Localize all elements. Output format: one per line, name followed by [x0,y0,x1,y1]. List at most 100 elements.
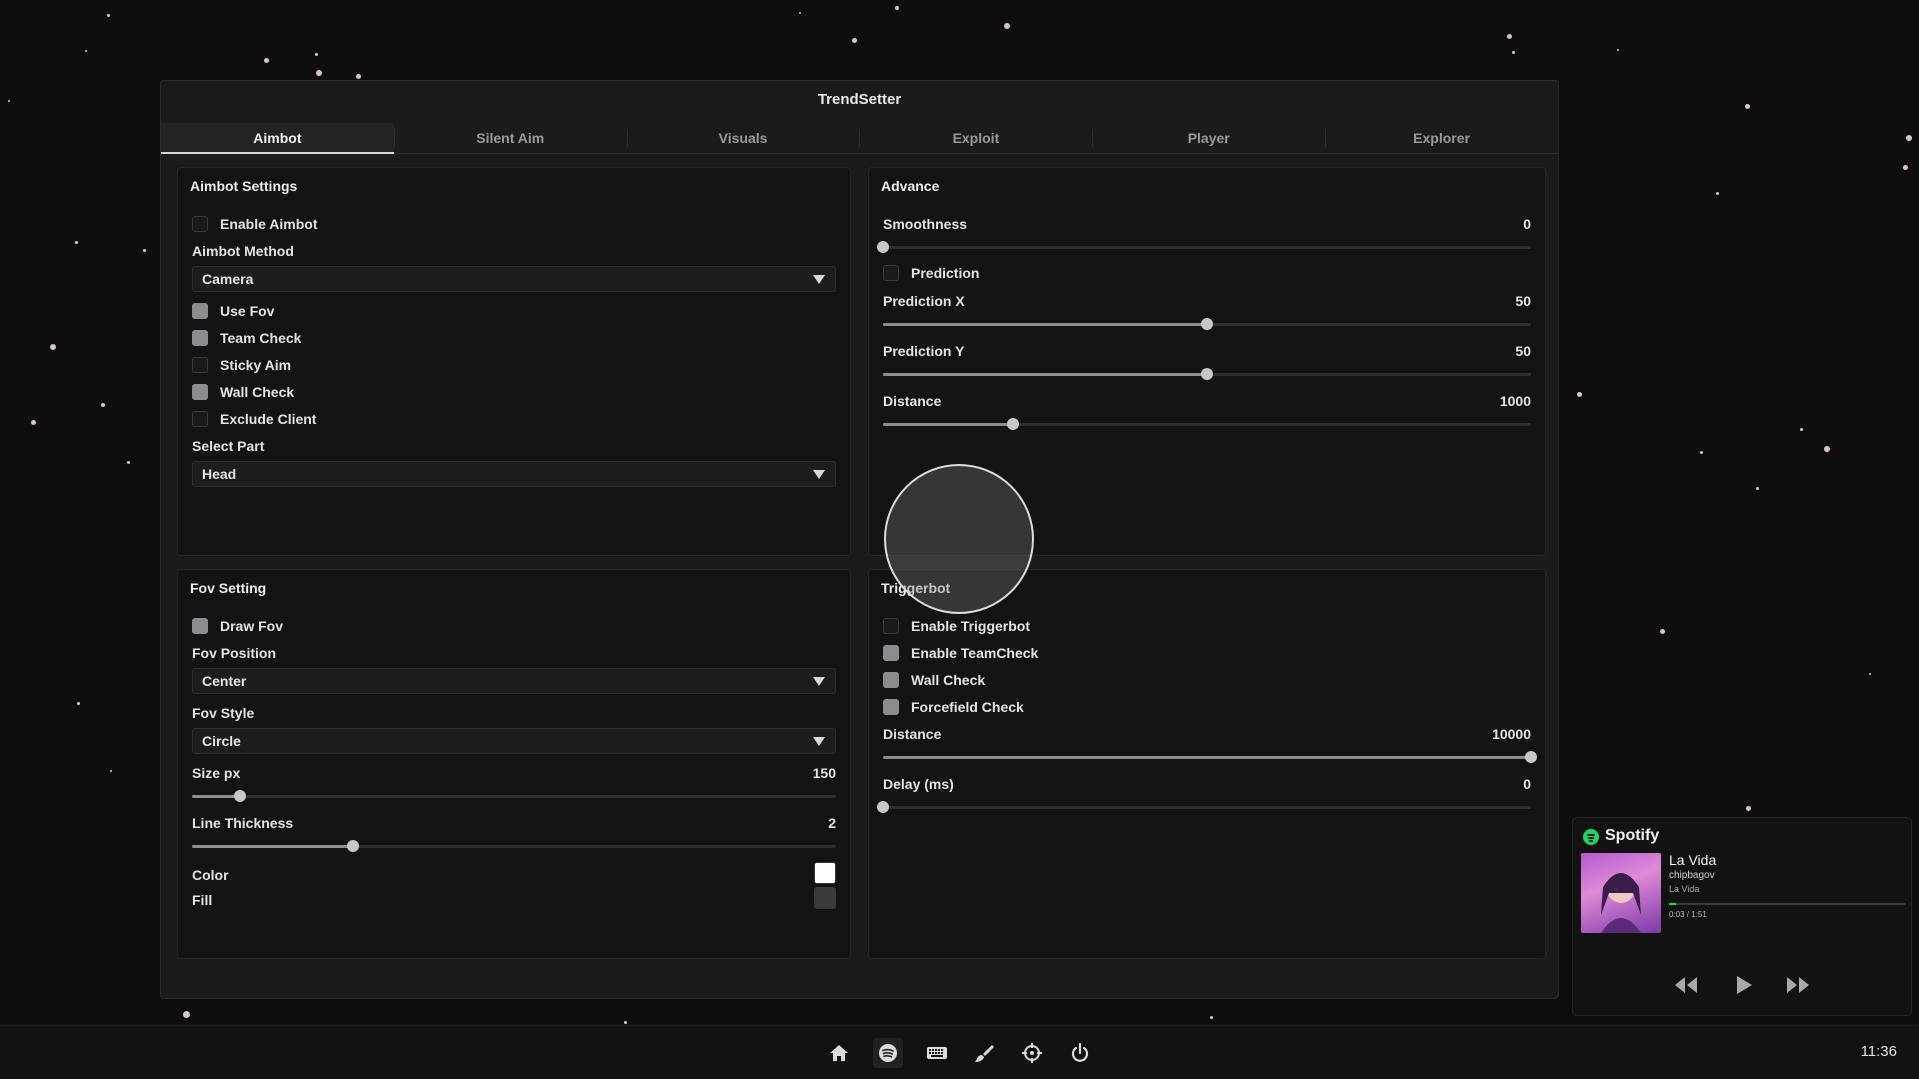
trigger-distance-slider[interactable] [883,751,1537,763]
slider-knob[interactable] [1201,368,1213,380]
aimbot-method-dropdown[interactable]: Camera [192,266,836,292]
spotify-title: Spotify [1605,827,1660,844]
delay-row: Delay (ms) 0 [883,775,1531,797]
rewind-icon[interactable] [1673,975,1699,1000]
draw-fov-checkbox[interactable] [192,618,208,634]
size-px-slider[interactable] [192,790,836,802]
play-icon[interactable] [1734,975,1754,1000]
tab-exploit[interactable]: Exploit [859,123,1092,153]
window-title: TrendSetter [817,91,902,108]
enable-aimbot-checkbox[interactable] [192,216,208,232]
spotify-logo-icon [1583,829,1599,845]
aimbot-settings-panel: Aimbot Settings Enable Aimbot Aimbot Met… [177,167,851,556]
dropdown-arrow-icon [813,677,825,686]
slider-knob[interactable] [1525,751,1537,763]
line-thickness-value: 2 [828,815,836,831]
select-part-row: Select Part [192,437,836,459]
forcefield-check-row[interactable]: Forcefield Check [883,698,1531,720]
tab-bar: Aimbot Silent Aim Visuals Exploit Player… [161,123,1558,154]
prediction-x-slider[interactable] [883,318,1531,330]
song-artist: chipbagov [1669,870,1715,881]
slider-knob[interactable] [1201,318,1213,330]
team-check-checkbox[interactable] [192,330,208,346]
smoothness-value: 0 [1523,216,1531,232]
sticky-aim-label: Sticky Aim [220,357,292,373]
sticky-aim-checkbox[interactable] [192,357,208,373]
song-album: La Vida [1669,884,1700,894]
forcefield-check-checkbox[interactable] [883,699,899,715]
fov-style-row: Fov Style [192,704,836,726]
enable-teamcheck-checkbox[interactable] [883,645,899,661]
line-thickness-slider[interactable] [192,840,836,852]
dropdown-arrow-icon [813,470,825,479]
taskbar-clock: 11:36 [1860,1043,1897,1060]
tab-visuals[interactable]: Visuals [626,123,860,153]
dropdown-value: Center [202,673,247,689]
playback-progress-bar[interactable] [1669,903,1905,905]
fast-forward-icon[interactable] [1785,975,1811,1000]
slider-knob[interactable] [1006,418,1019,430]
distance-row: Distance 1000 [883,392,1531,414]
prediction-y-slider[interactable] [883,368,1531,380]
team-check-row[interactable]: Team Check [192,329,836,351]
dropdown-value: Circle [202,733,241,749]
fill-label: Fill [192,892,213,908]
fov-style-dropdown[interactable]: Circle [192,728,836,754]
distance-value: 1000 [1499,393,1531,409]
slider-knob[interactable] [347,840,359,852]
wall-check-label: Wall Check [220,384,295,400]
fov-position-label: Fov Position [192,645,276,661]
spotify-icon[interactable] [873,1038,903,1068]
smoothness-slider[interactable] [877,241,1531,253]
distance-slider[interactable] [883,418,1531,430]
prediction-x-value: 50 [1515,293,1531,309]
crosshair-icon[interactable] [1017,1038,1047,1068]
tab-player[interactable]: Player [1092,123,1325,153]
prediction-row[interactable]: Prediction [883,264,1531,286]
sticky-aim-row[interactable]: Sticky Aim [192,356,836,378]
fov-style-label: Fov Style [192,705,255,721]
color-label: Color [192,867,229,883]
trigger-distance-label: Distance [883,726,942,742]
album-art [1581,853,1661,933]
wall-check-checkbox[interactable] [192,384,208,400]
playback-time: 0:03 / 1:51 [1669,910,1707,919]
triggerbot-panel: Triggerbot Enable Triggerbot Enable Team… [868,569,1546,959]
enable-teamcheck-row[interactable]: Enable TeamCheck [883,644,1531,666]
keyboard-icon[interactable] [921,1038,951,1068]
tab-aimbot[interactable]: Aimbot [161,123,394,154]
enable-triggerbot-checkbox[interactable] [883,618,899,634]
tab-silent-aim[interactable]: Silent Aim [393,123,627,153]
trigger-wall-check-checkbox[interactable] [883,672,899,688]
draw-fov-label: Draw Fov [220,618,284,634]
prediction-checkbox[interactable] [883,265,899,281]
enable-aimbot-row[interactable]: Enable Aimbot [192,215,836,237]
fov-position-dropdown[interactable]: Center [192,668,836,694]
slider-knob[interactable] [234,790,247,802]
wall-check-row[interactable]: Wall Check [192,383,836,405]
line-thickness-label: Line Thickness [192,815,294,831]
tab-explorer[interactable]: Explorer [1325,123,1558,153]
prediction-x-row: Prediction X 50 [883,292,1531,314]
trigger-distance-row: Distance 10000 [883,725,1531,747]
use-fov-checkbox[interactable] [192,303,208,319]
prediction-label: Prediction [911,265,980,281]
prediction-y-label: Prediction Y [883,343,965,359]
exclude-client-row[interactable]: Exclude Client [192,410,836,432]
home-icon[interactable] [824,1038,854,1068]
color-swatch[interactable] [814,862,836,884]
brush-icon[interactable] [969,1038,999,1068]
power-icon[interactable] [1065,1038,1095,1068]
taskbar: 11:36 [0,1025,1919,1079]
delay-slider[interactable] [877,801,1531,813]
enable-triggerbot-row[interactable]: Enable Triggerbot [883,617,1531,639]
dropdown-arrow-icon [813,737,825,746]
use-fov-row[interactable]: Use Fov [192,302,836,324]
select-part-dropdown[interactable]: Head [192,461,836,487]
exclude-client-checkbox[interactable] [192,411,208,427]
slider-knob[interactable] [877,241,889,253]
draw-fov-row[interactable]: Draw Fov [192,617,836,639]
trigger-wall-check-row[interactable]: Wall Check [883,671,1531,693]
fill-swatch[interactable] [814,887,836,909]
slider-knob[interactable] [877,801,889,813]
